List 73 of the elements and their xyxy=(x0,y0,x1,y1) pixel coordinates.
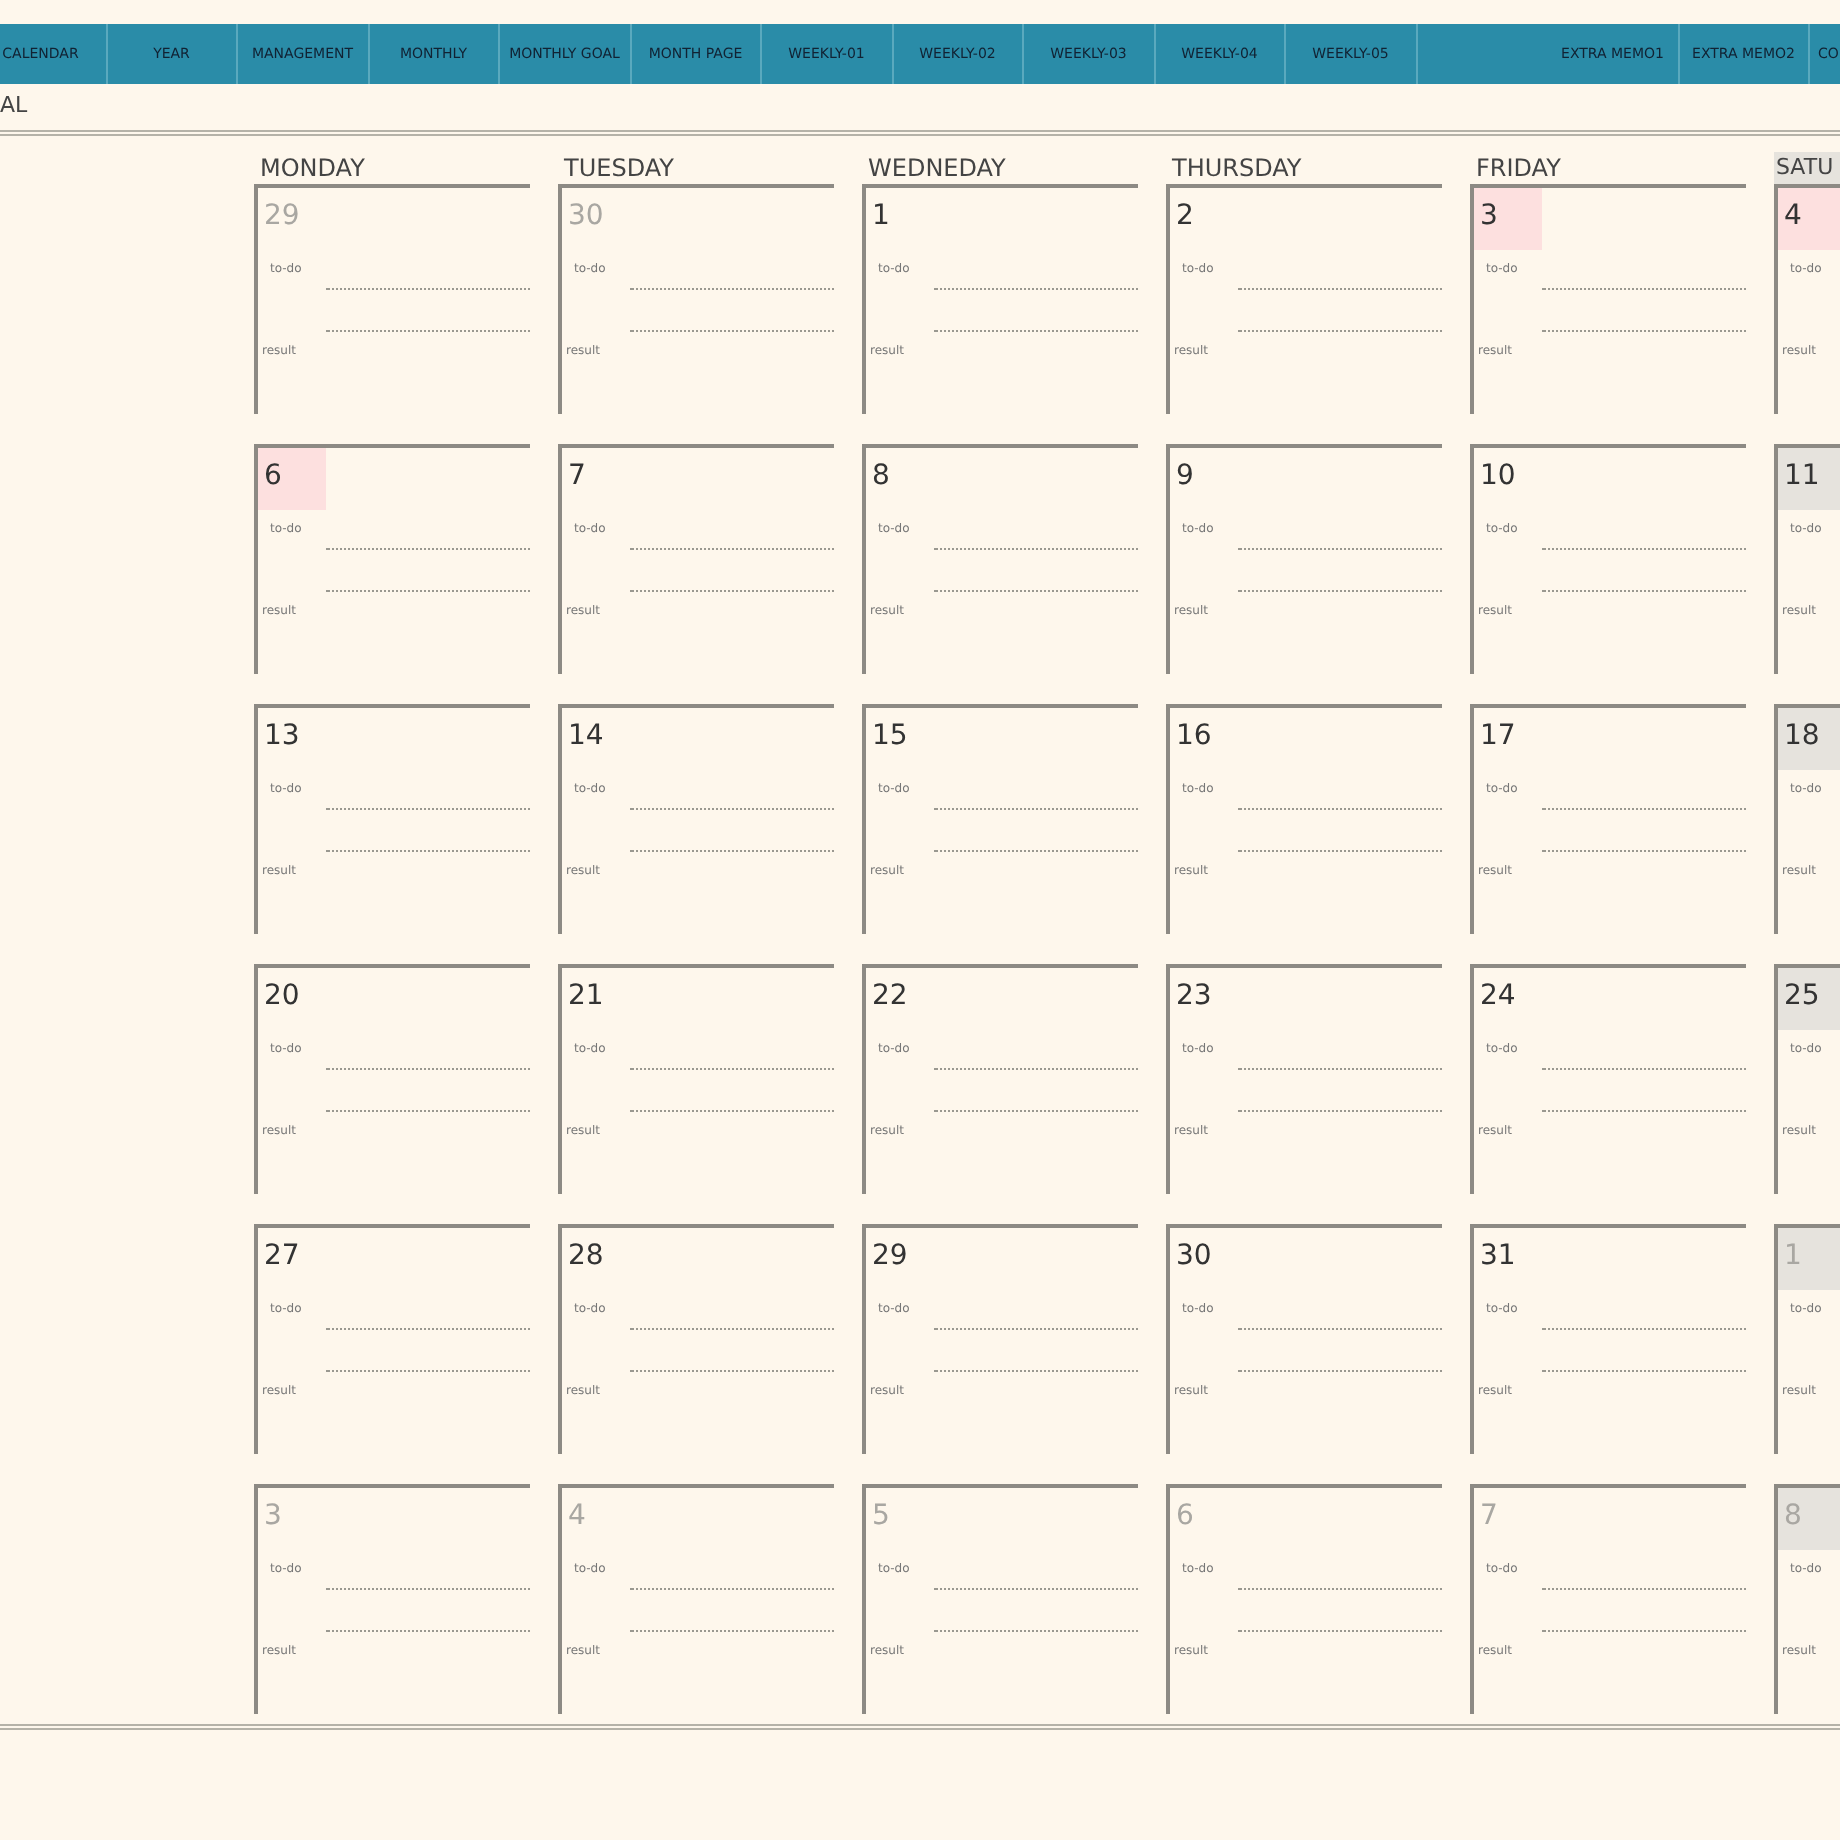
day-number: 8 xyxy=(1778,1488,1840,1550)
day-number: 4 xyxy=(1778,188,1840,250)
day-number: 3 xyxy=(262,1498,284,1536)
result-line[interactable] xyxy=(934,850,1138,852)
day-number: 1 xyxy=(870,198,892,236)
result-line[interactable] xyxy=(1542,330,1746,332)
result-line[interactable] xyxy=(1542,850,1746,852)
result-line[interactable] xyxy=(630,1630,834,1632)
day-number: 7 xyxy=(1478,1498,1500,1536)
result-line[interactable] xyxy=(1238,590,1442,592)
section-title: AL xyxy=(0,90,28,123)
day-number: 4 xyxy=(566,1498,588,1536)
result-line[interactable] xyxy=(934,1110,1138,1112)
day-number: 27 xyxy=(262,1238,302,1276)
day-number: 6 xyxy=(258,448,326,510)
day-number: 24 xyxy=(1478,978,1518,1016)
day-number: 25 xyxy=(1778,968,1840,1030)
day-number: 9 xyxy=(1174,458,1196,496)
result-line[interactable] xyxy=(630,330,834,332)
day-number: 3 xyxy=(1474,188,1542,250)
day-number: 28 xyxy=(566,1238,606,1276)
day-number: 2 xyxy=(1174,198,1196,236)
result-line[interactable] xyxy=(934,1630,1138,1632)
result-line[interactable] xyxy=(630,1370,834,1372)
result-line[interactable] xyxy=(326,590,530,592)
day-number: 6 xyxy=(1174,1498,1196,1536)
weekday-header: TUESDAY xyxy=(562,152,676,184)
day-number: 11 xyxy=(1778,448,1840,510)
result-line[interactable] xyxy=(326,850,530,852)
result-line[interactable] xyxy=(934,590,1138,592)
day-number: 18 xyxy=(1778,708,1840,770)
day-number: 21 xyxy=(566,978,606,1016)
result-line[interactable] xyxy=(1542,590,1746,592)
result-line[interactable] xyxy=(1238,1630,1442,1632)
day-number: 29 xyxy=(262,198,302,236)
result-line[interactable] xyxy=(326,330,530,332)
result-line[interactable] xyxy=(1542,1370,1746,1372)
weekday-header: THURSDAY xyxy=(1170,152,1304,184)
result-line[interactable] xyxy=(1238,850,1442,852)
day-number: 22 xyxy=(870,978,910,1016)
result-line[interactable] xyxy=(630,1110,834,1112)
day-number: 20 xyxy=(262,978,302,1016)
result-line[interactable] xyxy=(1542,1110,1746,1112)
day-number: 16 xyxy=(1174,718,1214,756)
day-number: 14 xyxy=(566,718,606,756)
day-number: 15 xyxy=(870,718,910,756)
result-line[interactable] xyxy=(326,1370,530,1372)
result-line[interactable] xyxy=(1542,1630,1746,1632)
day-number: 5 xyxy=(870,1498,892,1536)
result-line[interactable] xyxy=(934,1370,1138,1372)
day-number: 8 xyxy=(870,458,892,496)
day-number: 13 xyxy=(262,718,302,756)
result-line[interactable] xyxy=(1238,1370,1442,1372)
day-number: 30 xyxy=(566,198,606,236)
weekday-header: MONDAY xyxy=(258,152,367,184)
day-number: 7 xyxy=(566,458,588,496)
weekday-header: WEDNEDAY xyxy=(866,152,1008,184)
day-number: 30 xyxy=(1174,1238,1214,1276)
result-line[interactable] xyxy=(934,330,1138,332)
result-line[interactable] xyxy=(326,1110,530,1112)
day-number: 17 xyxy=(1478,718,1518,756)
day-number: 31 xyxy=(1478,1238,1518,1276)
day-number: 1 xyxy=(1778,1228,1840,1290)
result-line[interactable] xyxy=(1238,1110,1442,1112)
result-line[interactable] xyxy=(630,590,834,592)
result-line[interactable] xyxy=(1238,330,1442,332)
result-line[interactable] xyxy=(630,850,834,852)
day-number: 10 xyxy=(1478,458,1518,496)
day-number: 23 xyxy=(1174,978,1214,1016)
day-number: 29 xyxy=(870,1238,910,1276)
weekday-header: SATU xyxy=(1774,152,1840,184)
result-line[interactable] xyxy=(326,1630,530,1632)
weekday-header: FRIDAY xyxy=(1474,152,1563,184)
